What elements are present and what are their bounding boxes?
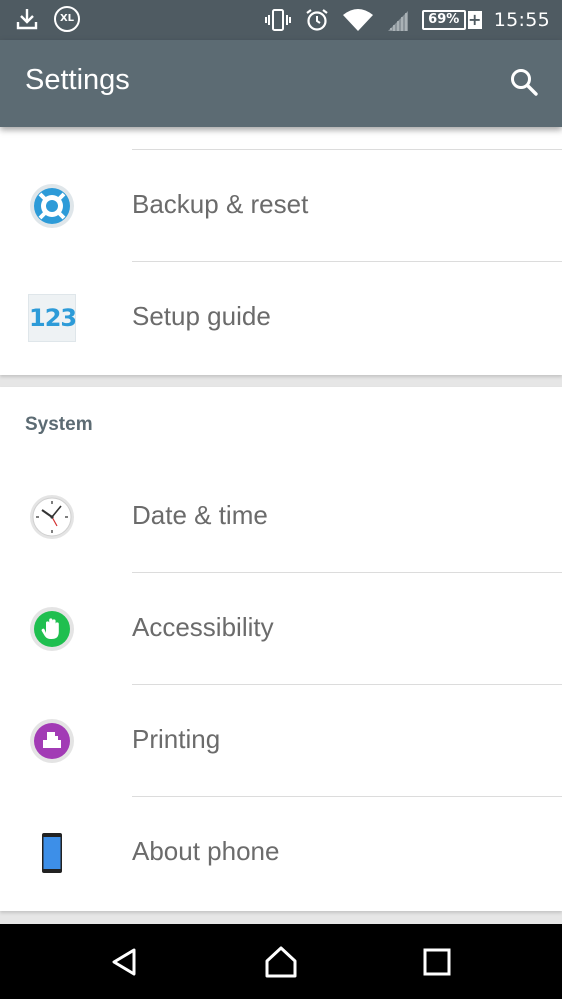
recents-icon[interactable] [419,944,455,980]
settings-item-backup-reset[interactable]: Backup & reset [0,150,562,262]
navigation-bar [0,924,562,999]
settings-item-label: Accessibility [132,612,274,642]
status-right-icons: 69% + 15:55 [264,6,550,34]
settings-item-label: Date & time [132,500,268,530]
settings-item-printing[interactable]: Printing [0,685,562,797]
download-icon [16,9,38,30]
setup-guide-icon: 123 [28,294,77,342]
settings-item-label: Printing [132,724,221,754]
backup-reset-icon [30,184,74,228]
vibrate-icon [264,9,291,31]
charging-indicator: + [467,10,482,29]
settings-item-label: About phone [132,836,280,866]
status-left-icons: XL [14,6,80,32]
battery-level: 69% [421,10,466,30]
settings-item-setup-guide[interactable]: 123 Setup guide [0,262,562,374]
status-bar: XL 69% + 15:55 [0,0,562,40]
xl-label: XL [59,13,75,24]
printing-icon [30,719,74,763]
phone-icon [42,833,62,873]
back-icon[interactable] [106,944,142,980]
setup-guide-icon-text: 123 [29,304,77,332]
home-icon[interactable] [263,944,299,980]
personal-card: Backup & reset 123 Setup guide [0,127,562,375]
settings-item-date-time[interactable]: Date & time [0,461,562,573]
battery-icon: 69% + [421,10,482,30]
settings-list: Backup & reset 123 Setup guide System Da… [0,127,562,924]
settings-item-accessibility[interactable]: Accessibility [0,573,562,685]
search-icon[interactable] [506,64,542,100]
accessibility-hand-icon [30,607,74,651]
settings-item-label: Backup & reset [132,189,309,219]
settings-item-label: Setup guide [132,301,271,331]
system-card: System Date & time Accessibility Printin… [0,387,562,911]
page-title: Settings [25,64,130,96]
alarm-icon [306,9,328,31]
wifi-icon [342,9,373,31]
section-header-system: System [25,414,93,435]
xl-icon: XL [54,6,80,32]
clock-time: 15:55 [493,9,550,31]
app-bar: Settings [0,40,562,127]
signal-icon [387,11,408,31]
settings-item-about-phone[interactable]: About phone [0,797,562,909]
clock-icon [30,495,74,539]
